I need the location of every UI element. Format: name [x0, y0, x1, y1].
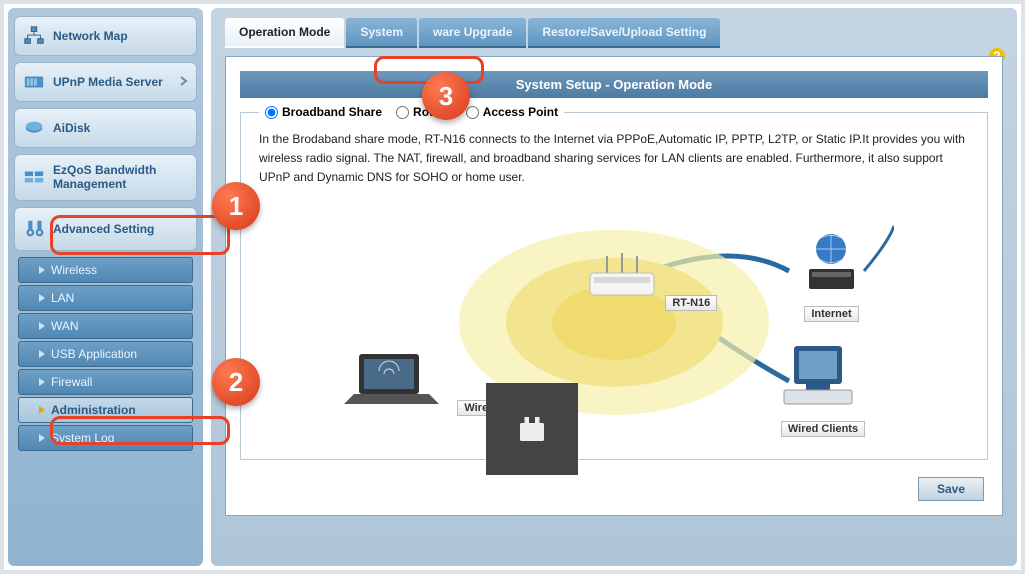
radio-access-point[interactable]: Access Point: [466, 105, 558, 119]
tabs: Operation Mode System ware Upgrade Resto…: [225, 18, 1003, 48]
sidebar-sub-system-log[interactable]: System Log: [18, 425, 193, 451]
radio-broadband-share[interactable]: Broadband Share: [265, 105, 382, 119]
tab-label: Restore/Save/Upload Setting: [542, 25, 706, 39]
sidebar-label: Advanced Setting: [53, 222, 154, 236]
triangle-icon: [39, 378, 45, 386]
sub-label: Administration: [51, 403, 136, 417]
sidebar-item-network-map[interactable]: Network Map: [14, 16, 197, 56]
button-label: Save: [937, 482, 965, 496]
ezqos-icon: [23, 166, 45, 188]
device-internet: Internet: [769, 231, 894, 322]
sidebar-sub-lan[interactable]: LAN: [18, 285, 193, 311]
panel-title: System Setup - Operation Mode: [240, 71, 988, 98]
triangle-icon: [39, 434, 45, 442]
aidisk-icon: [23, 117, 45, 139]
sub-label: LAN: [51, 291, 74, 305]
sub-label: System Log: [51, 431, 114, 445]
sidebar-sub-wireless[interactable]: Wireless: [18, 257, 193, 283]
triangle-icon: [39, 350, 45, 358]
sidebar-item-aidisk[interactable]: AiDisk: [14, 108, 197, 148]
sub-label: USB Application: [51, 347, 137, 361]
sidebar-label: UPnP Media Server: [53, 75, 163, 89]
tab-operation-mode[interactable]: Operation Mode: [225, 18, 344, 48]
device-router: RT-N16: [582, 251, 717, 311]
radio-router[interactable]: Router: [396, 105, 452, 119]
sidebar-item-upnp[interactable]: UPnP Media Server: [14, 62, 197, 102]
triangle-icon: [39, 294, 45, 302]
main-panel: Operation Mode System ware Upgrade Resto…: [211, 8, 1017, 566]
radio-label: Access Point: [483, 105, 558, 119]
triangle-icon: [39, 406, 45, 414]
triangle-icon: [39, 266, 45, 274]
device-label: Internet: [804, 306, 858, 322]
sidebar-sub-administration[interactable]: Administration: [18, 397, 193, 423]
content-panel: System Setup - Operation Mode Broadband …: [225, 56, 1003, 516]
sub-label: WAN: [51, 319, 79, 333]
sidebar-label: EzQoS Bandwidth Management: [53, 163, 188, 192]
device-wired-clients: Wired Clients: [752, 341, 894, 437]
radio-input[interactable]: [466, 106, 479, 119]
radio-input[interactable]: [396, 106, 409, 119]
tab-label: Operation Mode: [239, 25, 330, 39]
tab-label: System: [360, 25, 403, 39]
sidebar-label: AiDisk: [53, 121, 90, 135]
mode-description: In the Brodaband share mode, RT-N16 conn…: [259, 130, 969, 188]
tab-system[interactable]: System: [346, 18, 417, 48]
mode-fieldset: Broadband Share Router Access Point In t…: [240, 112, 988, 460]
tab-label: ware Upgrade: [433, 25, 512, 39]
device-label: RT-N16: [665, 295, 717, 311]
radio-input[interactable]: [265, 106, 278, 119]
topology-diagram: RT-N16 Internet Wireless Clients: [334, 211, 894, 441]
radio-label: Broadband Share: [282, 105, 382, 119]
tab-restore-save-upload[interactable]: Restore/Save/Upload Setting: [528, 18, 720, 48]
chevron-right-icon: [180, 75, 188, 89]
sidebar-sub-wan[interactable]: WAN: [18, 313, 193, 339]
radio-label: Router: [413, 105, 452, 119]
save-button[interactable]: Save: [918, 477, 984, 501]
device-label: Wired Clients: [781, 421, 865, 437]
sidebar: Network Map UPnP Media Server AiDisk EzQ…: [8, 8, 203, 566]
media-server-icon: [23, 71, 45, 93]
tools-icon: [23, 218, 45, 240]
network-map-icon: [23, 25, 45, 47]
sidebar-sub-firewall[interactable]: Firewall: [18, 369, 193, 395]
sidebar-item-ezqos[interactable]: EzQoS Bandwidth Management: [14, 154, 197, 201]
sub-label: Firewall: [51, 375, 92, 389]
overlay-square-icon: [486, 383, 578, 475]
sidebar-item-advanced-setting[interactable]: Advanced Setting: [14, 207, 197, 251]
sub-label: Wireless: [51, 263, 97, 277]
mode-options: Broadband Share Router Access Point: [259, 105, 564, 119]
tab-firmware-upgrade[interactable]: ware Upgrade: [419, 18, 526, 48]
sidebar-sub-usb-application[interactable]: USB Application: [18, 341, 193, 367]
triangle-icon: [39, 322, 45, 330]
sidebar-label: Network Map: [53, 29, 128, 43]
